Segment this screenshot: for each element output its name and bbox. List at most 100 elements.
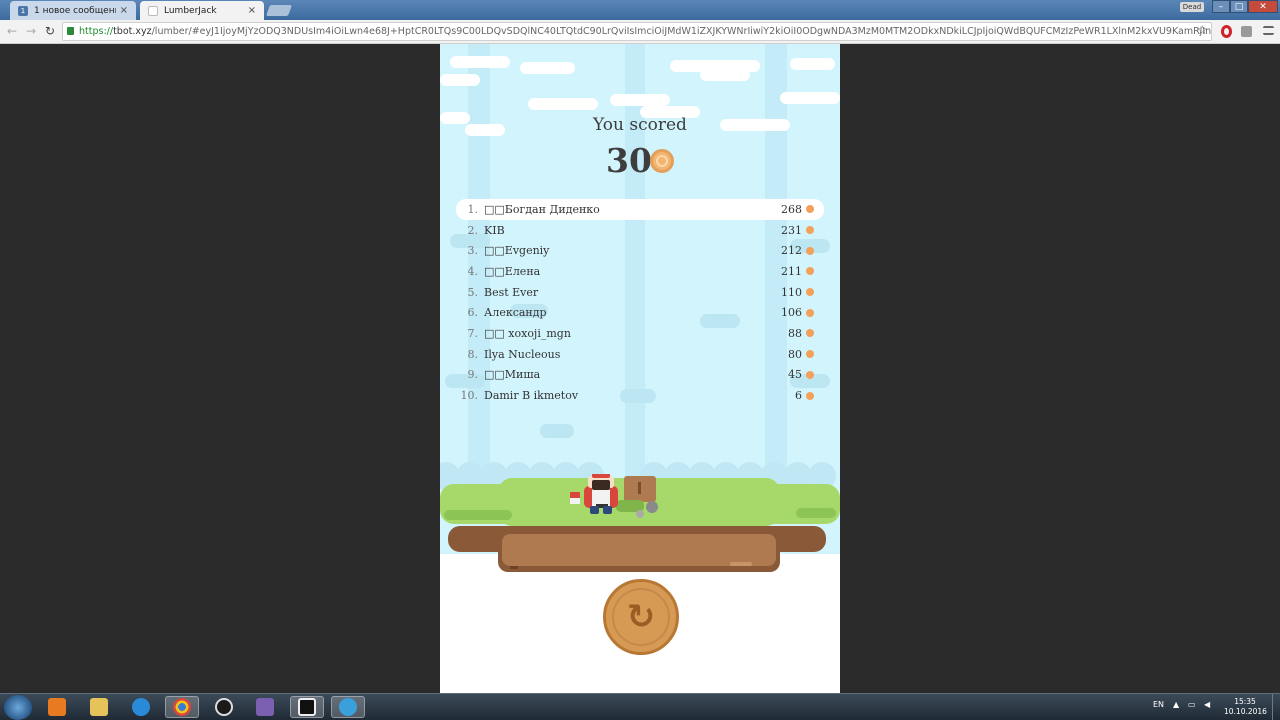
windows-taskbar: EN ▲ ▭ ◀ 15:35 10.10.2016 xyxy=(0,693,1280,720)
media-player-icon[interactable] xyxy=(40,696,74,718)
coin-icon xyxy=(806,226,814,235)
bookmark-star-icon[interactable]: ☆ xyxy=(1197,23,1208,37)
clock-time: 15:35 xyxy=(1234,697,1256,706)
rank: 9. xyxy=(467,368,479,382)
rank: 5. xyxy=(467,285,479,299)
new-tab-button[interactable] xyxy=(265,5,293,16)
file-explorer-icon[interactable] xyxy=(82,696,116,718)
player-name: KIB xyxy=(484,223,505,237)
tab-lumberjack[interactable]: LumberJack × xyxy=(140,1,264,20)
player-name: □□ xoxoji_mgn xyxy=(484,326,571,340)
maximize-button[interactable]: □ xyxy=(1230,0,1248,13)
cloud xyxy=(528,98,598,110)
rank: 1. xyxy=(467,202,479,216)
player-score: 212 xyxy=(781,244,802,258)
telegram-icon[interactable] xyxy=(331,696,365,718)
player-score: 106 xyxy=(781,306,802,320)
chrome-icon[interactable] xyxy=(165,696,199,718)
cloud xyxy=(450,56,510,68)
internet-explorer-icon[interactable] xyxy=(124,696,158,718)
leaderboard-row: 3. □□Evgeniy 212 xyxy=(456,240,824,261)
leaderboard-row: 2. KIB 231 xyxy=(456,220,824,241)
player-name: □□Миша xyxy=(484,368,541,382)
coin-icon xyxy=(806,288,814,297)
extension-icon[interactable] xyxy=(1241,26,1252,37)
leaderboard-row: 8. Ilya Nucleous 80 xyxy=(456,344,824,365)
coin-icon xyxy=(806,205,814,214)
coin-icon xyxy=(806,308,814,317)
coin-icon xyxy=(806,267,814,276)
clock-date: 10.10.2016 xyxy=(1224,707,1267,716)
minimize-button[interactable]: – xyxy=(1212,0,1230,13)
leaderboard: 1. □□Богдан Диденко 268 2. KIB 231 3. □□… xyxy=(456,199,824,406)
clock[interactable]: 15:35 10.10.2016 xyxy=(1224,697,1267,717)
coin-icon xyxy=(806,329,814,338)
player-score: 268 xyxy=(781,202,802,216)
player-name: Best Ever xyxy=(484,285,539,299)
cloud xyxy=(440,74,480,86)
coin-icon xyxy=(806,350,814,359)
url-host: tbot.xyz xyxy=(113,26,152,37)
menu-icon[interactable] xyxy=(1263,26,1274,35)
player-score: 88 xyxy=(788,326,802,340)
tray-arrow-icon[interactable]: ▲ xyxy=(1173,700,1179,709)
soft-cloud xyxy=(540,424,574,438)
back-arrow-icon[interactable]: ← xyxy=(5,24,19,38)
coin-icon xyxy=(806,370,814,379)
video-editor-icon[interactable] xyxy=(290,696,324,718)
player-score: 231 xyxy=(781,223,802,237)
vk-favicon-icon: 1 xyxy=(18,5,28,16)
tab-close-icon[interactable]: × xyxy=(248,5,256,16)
rank: 7. xyxy=(467,326,479,340)
player-name: □□Evgeniy xyxy=(484,244,550,258)
player-score: 80 xyxy=(788,347,802,361)
cloud xyxy=(520,62,575,74)
window-titlebar: 1 1 новое сообщение × LumberJack × Dead … xyxy=(0,0,1280,20)
player-score: 45 xyxy=(788,368,802,382)
opera-extension-icon[interactable] xyxy=(1221,25,1232,38)
leaderboard-row: 5. Best Ever 110 xyxy=(456,282,824,303)
cloud xyxy=(700,69,750,81)
tab-label: LumberJack xyxy=(164,5,217,16)
player-name: Ilya Nucleous xyxy=(484,347,561,361)
url-path: /lumber/#eyJ1IjoyMjYzODQ3NDUsIm4iOiLwn4e… xyxy=(151,26,1212,37)
page-favicon-icon xyxy=(148,5,158,16)
language-indicator[interactable]: EN xyxy=(1153,700,1164,709)
close-window-button[interactable]: ✕ xyxy=(1248,0,1278,13)
address-bar[interactable]: https://tbot.xyz/lumber/#eyJ1IjoyMjYzODQ… xyxy=(62,22,1212,41)
leaderboard-row: 4. □□Елена 211 xyxy=(456,261,824,282)
visual-studio-icon[interactable] xyxy=(248,696,282,718)
player-name: □□Богдан Диденко xyxy=(484,202,600,216)
leaderboard-row: 1. □□Богдан Диденко 268 xyxy=(456,199,824,220)
leaderboard-row: 6. Александр 106 xyxy=(456,302,824,323)
show-desktop-button[interactable] xyxy=(1272,694,1280,720)
profile-badge[interactable]: Dead xyxy=(1180,2,1204,12)
network-icon[interactable]: ▭ xyxy=(1188,700,1196,709)
coin-icon xyxy=(806,246,814,255)
player-name: Александр xyxy=(484,306,547,320)
player-score: 110 xyxy=(781,285,802,299)
forward-arrow-icon[interactable]: → xyxy=(24,24,38,38)
tab-close-icon[interactable]: × xyxy=(120,5,128,16)
player-name: □□Елена xyxy=(484,264,541,278)
leaderboard-row: 7. □□ xoxoji_mgn 88 xyxy=(456,323,824,344)
cloud xyxy=(780,92,840,104)
cloud xyxy=(610,94,670,106)
score-title: You scored xyxy=(593,115,687,135)
player-name: Damir B ikmetov xyxy=(484,389,579,403)
restart-button[interactable]: ↻ xyxy=(603,579,679,655)
volume-icon[interactable]: ◀ xyxy=(1204,700,1210,709)
tab-messages[interactable]: 1 1 новое сообщение × xyxy=(10,1,136,20)
tree-stump xyxy=(624,476,656,502)
leaderboard-row: 9. □□Миша 45 xyxy=(456,365,824,386)
start-orb-icon[interactable] xyxy=(4,695,32,720)
rank: 4. xyxy=(467,264,479,278)
obs-icon[interactable] xyxy=(207,696,241,718)
reload-icon[interactable]: ↻ xyxy=(43,24,57,38)
browser-toolbar: ← → ↻ https://tbot.xyz/lumber/#eyJ1IjoyM… xyxy=(0,20,1280,44)
score-display: 30 xyxy=(440,141,840,180)
rank: 6. xyxy=(467,306,479,320)
coin-icon xyxy=(649,148,674,173)
lumberjack-game: You scored 30 1. □□Богдан Диденко 268 2.… xyxy=(440,44,840,693)
rank: 10. xyxy=(460,389,479,403)
